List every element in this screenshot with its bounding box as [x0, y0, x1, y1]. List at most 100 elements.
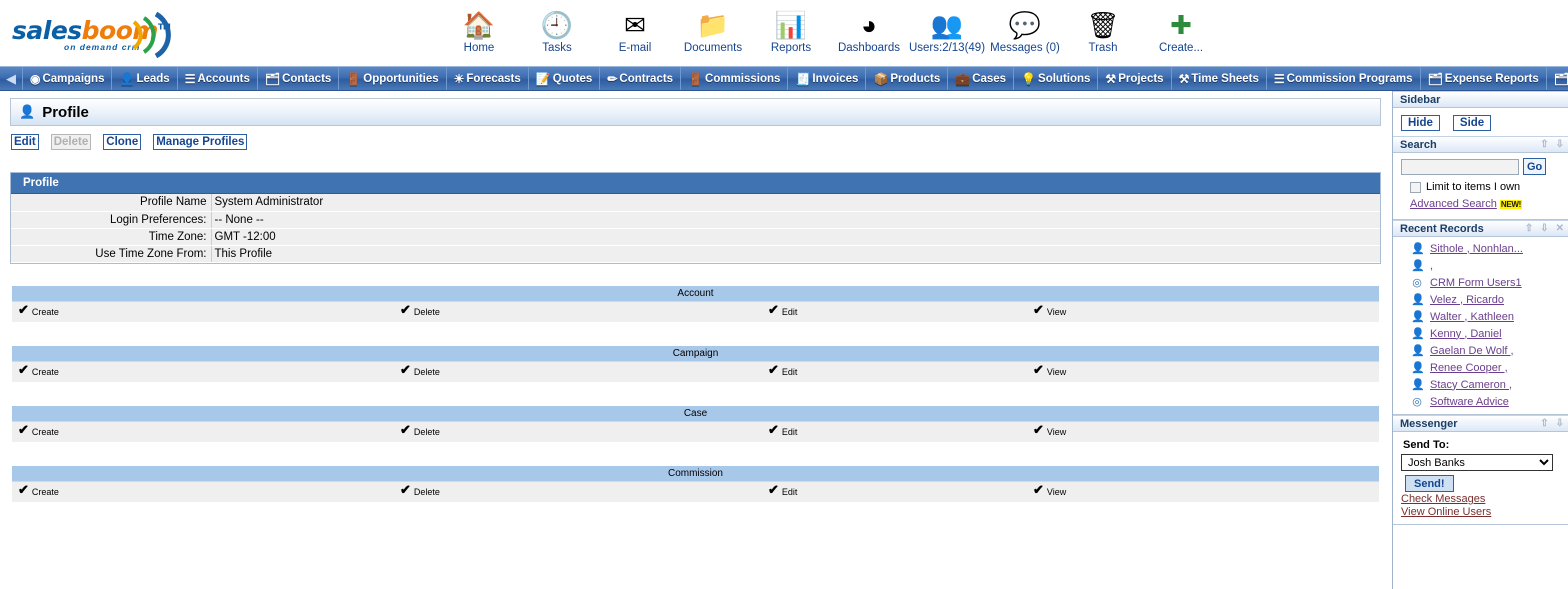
permission-label: Create — [31, 486, 59, 497]
limit-to-own-row[interactable]: Limit to items I own — [1410, 181, 1562, 193]
list-item[interactable]: 👤 , — [1393, 257, 1568, 274]
checkmark-icon: ✔ — [768, 362, 779, 377]
permission-account-edit[interactable]: ✔ Edit — [768, 303, 1033, 318]
tab-quotes[interactable]: 📝 Quotes — [527, 67, 600, 90]
recent-record-link[interactable]: Gaelan De Wolf , — [1430, 345, 1514, 357]
nav-dashboards[interactable]: ◕ Dashboards — [830, 8, 908, 54]
list-item[interactable]: 👤 Velez , Ricardo — [1393, 291, 1568, 308]
nav-users[interactable]: 👥 Users:2/13(49) — [908, 8, 986, 54]
move-down-icon[interactable]: ⇩ — [1556, 139, 1564, 150]
tab-opportunities[interactable]: 🚪 Opportunities — [338, 67, 445, 90]
search-go-button[interactable]: Go — [1523, 158, 1547, 175]
permission-case-create[interactable]: ✔ Create — [12, 423, 400, 438]
person-icon: 👤 — [1411, 260, 1425, 272]
recent-record-link[interactable]: Stacy Cameron , — [1430, 379, 1512, 391]
send-button[interactable]: Send! — [1405, 475, 1454, 492]
check-messages-link[interactable]: Check Messages — [1401, 493, 1562, 505]
nav-create[interactable]: ✚ Create... — [1142, 8, 1220, 54]
permission-group-campaign: Campaign ✔ Create ✔ Delete ✔ Edit ✔ View — [12, 345, 1379, 382]
move-up-icon[interactable]: ⇧ — [1540, 418, 1548, 429]
main-content: 👤 Profile Edit Delete Clone Manage Profi… — [0, 91, 1389, 589]
close-icon[interactable]: ✕ — [1556, 223, 1564, 234]
move-down-icon[interactable]: ⇩ — [1556, 418, 1564, 429]
tab-leads[interactable]: 👤 Leads — [111, 67, 176, 90]
recent-record-link[interactable]: Sithole , Nonhlan... — [1430, 243, 1523, 255]
send-to-select[interactable]: Josh Banks — [1401, 454, 1553, 471]
tab-products[interactable]: 📦 Products — [865, 67, 947, 90]
tab-forecasts[interactable]: ☀ Forecasts — [445, 67, 528, 90]
limit-to-own-checkbox[interactable] — [1410, 181, 1421, 193]
permission-label: Delete — [413, 366, 440, 377]
recent-record-link[interactable]: Kenny , Daniel — [1430, 328, 1502, 340]
nav-email[interactable]: ✉ E-mail — [596, 8, 674, 54]
list-item[interactable]: 👤 Sithole , Nonhlan... — [1393, 240, 1568, 257]
tab-campaigns[interactable]: ◉ Campaigns — [22, 67, 111, 90]
list-item[interactable]: 👤 Walter , Kathleen — [1393, 308, 1568, 325]
list-item[interactable]: ◎ CRM Form Users1 — [1393, 274, 1568, 291]
permission-commission-create[interactable]: ✔ Create — [12, 483, 400, 498]
checkmark-icon: ✔ — [400, 482, 411, 497]
permission-campaign-view[interactable]: ✔ View — [1033, 363, 1293, 378]
permission-commission-edit[interactable]: ✔ Edit — [768, 483, 1033, 498]
recent-record-link[interactable]: Walter , Kathleen — [1430, 311, 1514, 323]
permission-campaign-create[interactable]: ✔ Create — [12, 363, 400, 378]
nav-reports[interactable]: 📊 Reports — [752, 8, 830, 54]
permission-campaign-edit[interactable]: ✔ Edit — [768, 362, 1033, 378]
tab-solutions[interactable]: 💡 Solutions — [1013, 67, 1097, 90]
recent-record-link[interactable]: Velez , Ricardo — [1430, 294, 1504, 306]
permission-case-delete[interactable]: ✔ Delete — [400, 423, 768, 438]
tab-commissions[interactable]: 🚪 Commissions — [680, 67, 787, 90]
recent-record-link[interactable]: Software Advice — [1430, 396, 1509, 408]
side-sidebar-button[interactable]: Side — [1452, 115, 1492, 131]
person-icon: 👤 — [1411, 379, 1425, 391]
tab-invoices-label: Invoices — [812, 72, 859, 85]
nav-home[interactable]: 🏠 Home — [440, 8, 518, 54]
list-item[interactable]: ◎ Software Advice — [1393, 393, 1568, 410]
permission-case-view[interactable]: ✔ View — [1033, 423, 1293, 438]
permission-account-view[interactable]: ✔ View — [1033, 303, 1293, 318]
permission-account-delete[interactable]: ✔ Delete — [400, 303, 768, 318]
permission-label: View — [1046, 486, 1067, 497]
recent-record-link[interactable]: Renee Cooper , — [1430, 362, 1508, 374]
time-sheets-icon: ⚒ — [1178, 71, 1190, 86]
clone-button[interactable]: Clone — [103, 133, 142, 150]
list-item[interactable]: 👤 Renee Cooper , — [1393, 359, 1568, 376]
tab-commission-programs[interactable]: ☰ Commission Programs — [1265, 67, 1420, 90]
move-up-icon[interactable]: ⇧ — [1540, 139, 1548, 150]
search-input[interactable] — [1401, 158, 1519, 175]
permission-commission-delete[interactable]: ✔ Delete — [400, 482, 768, 498]
hide-sidebar-button[interactable]: Hide — [1401, 115, 1440, 131]
permission-campaign-delete[interactable]: ✔ Delete — [400, 363, 768, 378]
tab-contracts[interactable]: ✏ Contracts — [599, 67, 680, 90]
tab-expense-reports[interactable]: 🗂 Expense Reports — [1419, 67, 1546, 90]
tab-time-sheets[interactable]: ⚒ Time Sheets — [1170, 67, 1266, 90]
permission-account-create[interactable]: ✔ Create — [12, 303, 400, 318]
list-item[interactable]: 👤 Kenny , Daniel — [1393, 325, 1568, 342]
tab-cases[interactable]: 💼 Cases — [947, 67, 1013, 90]
view-online-users-link[interactable]: View Online Users — [1401, 506, 1562, 518]
edit-button[interactable]: Edit — [11, 133, 39, 150]
tab-more[interactable]: 🗂 — [1545, 67, 1568, 90]
move-up-icon[interactable]: ⇧ — [1525, 223, 1533, 234]
permission-case-edit[interactable]: ✔ Edit — [768, 423, 1033, 438]
manage-profiles-button[interactable]: Manage Profiles — [153, 133, 248, 150]
list-item[interactable]: 👤 Gaelan De Wolf , — [1393, 342, 1568, 359]
recent-record-link[interactable]: CRM Form Users1 — [1430, 277, 1522, 289]
permission-commission-view[interactable]: ✔ View — [1033, 483, 1293, 498]
use-time-zone-from-value: This Profile — [211, 245, 1380, 263]
nav-documents[interactable]: 📁 Documents — [674, 8, 752, 54]
salesboom-logo[interactable]: salesboomTM on demand crm — [12, 12, 182, 58]
nav-trash[interactable]: 🗑 Trash — [1064, 8, 1142, 54]
tab-accounts[interactable]: ☰ Accounts — [176, 67, 257, 90]
move-down-icon[interactable]: ⇩ — [1540, 223, 1548, 234]
recent-record-link[interactable]: , — [1430, 260, 1433, 272]
delete-button: Delete — [50, 133, 92, 150]
tabs-scroll-left-icon[interactable]: ◀ — [0, 67, 22, 90]
nav-messages[interactable]: 💬 Messages (0) — [986, 8, 1064, 54]
nav-tasks[interactable]: 🕘 Tasks — [518, 8, 596, 54]
advanced-search-link[interactable]: Advanced Search — [1410, 198, 1497, 210]
tab-invoices[interactable]: 🧾 Invoices — [787, 67, 865, 90]
tab-projects[interactable]: ⚒ Projects — [1097, 67, 1170, 90]
tab-contacts[interactable]: 🗂 Contacts — [256, 67, 338, 90]
list-item[interactable]: 👤 Stacy Cameron , — [1393, 376, 1568, 393]
